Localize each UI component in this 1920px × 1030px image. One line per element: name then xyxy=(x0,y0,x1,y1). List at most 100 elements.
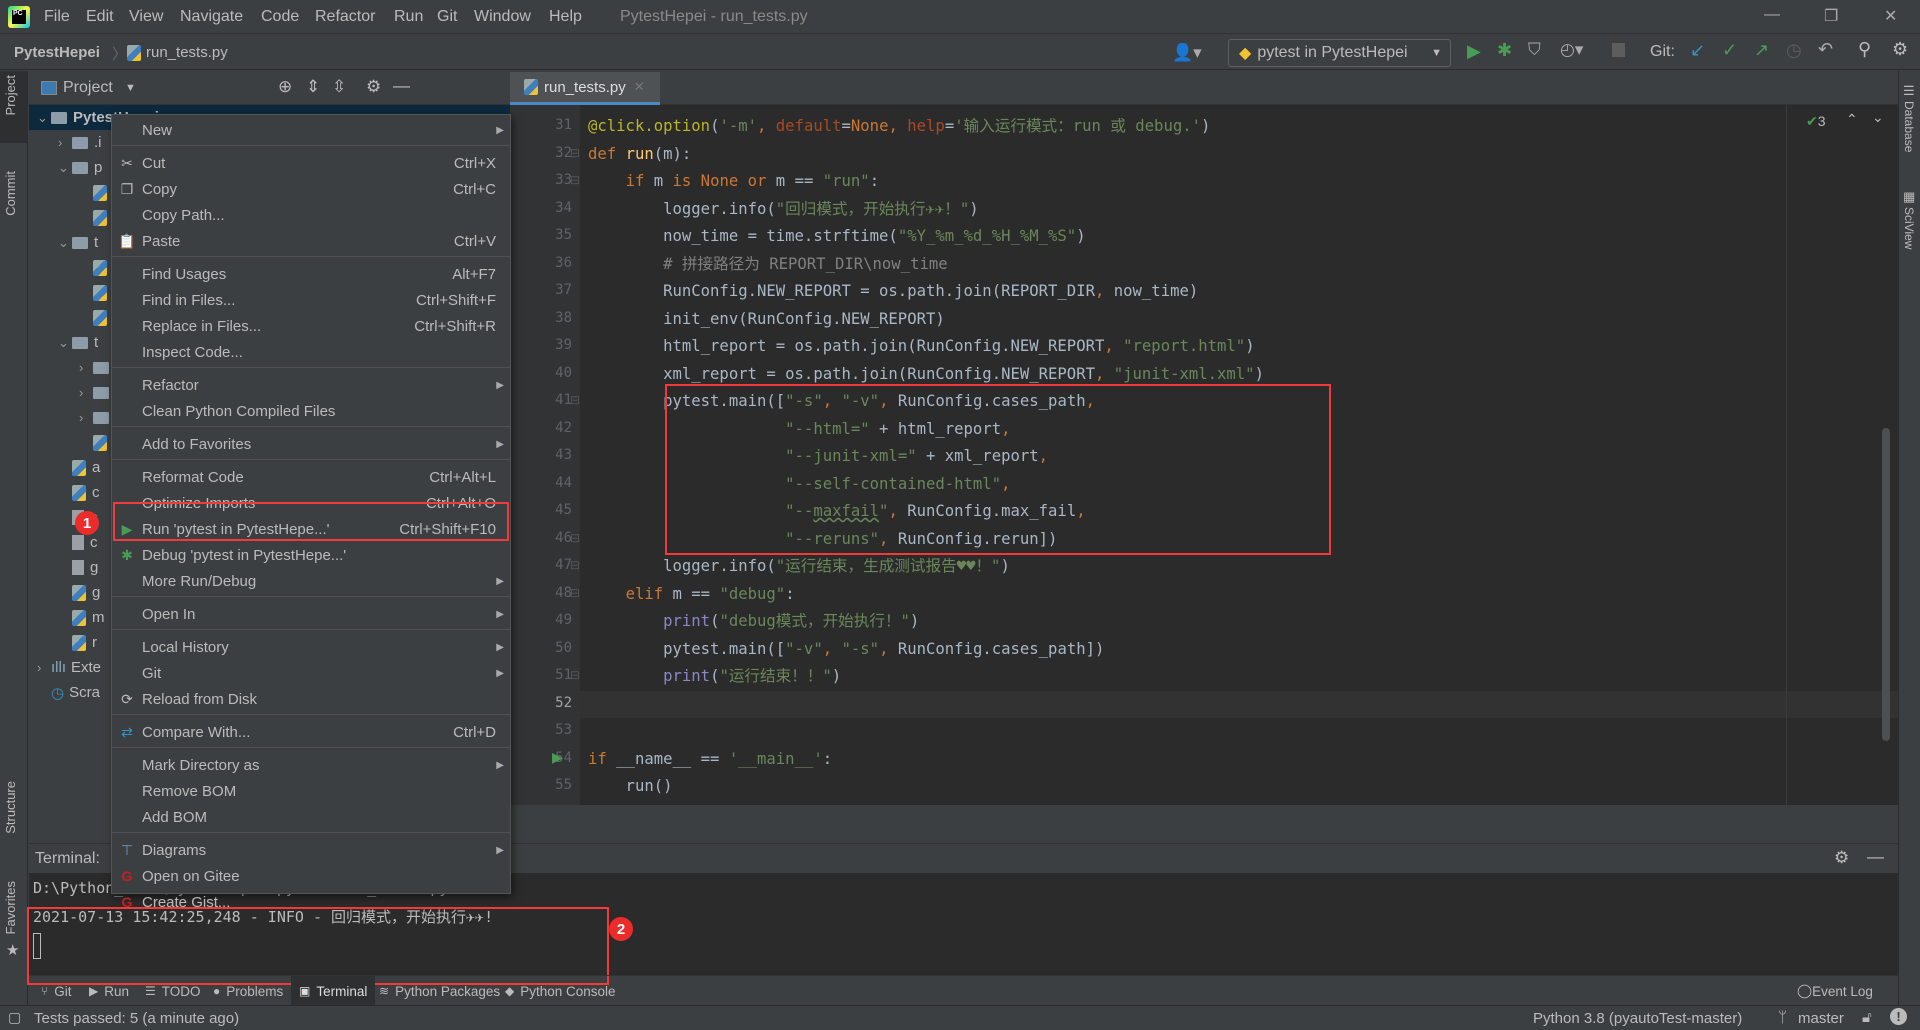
tab-python-packages[interactable]: ≋ Python Packages xyxy=(371,976,508,1006)
git-branch-selector[interactable]: master xyxy=(1798,1010,1844,1027)
code-line[interactable]: now_time = time.strftime("%Y_%m_%d_%H_%M… xyxy=(588,223,1086,250)
rollback-icon[interactable]: ↶ xyxy=(1818,39,1833,60)
menu-refactor[interactable]: Refactor xyxy=(315,8,375,26)
code-line[interactable]: if __name__ == '__main__': xyxy=(588,746,832,773)
code-line[interactable]: print("debug模式，开始执行！") xyxy=(588,608,919,635)
code-line[interactable]: if m is None or m == "run": xyxy=(588,168,880,195)
menu-item-copy-path[interactable]: Copy Path... xyxy=(112,202,510,228)
menu-git[interactable]: Git xyxy=(437,8,457,26)
fold-marker-icon[interactable]: ⊟ xyxy=(570,531,580,545)
menu-item-reformat-code[interactable]: Reformat Code Ctrl+Alt+L xyxy=(112,464,510,490)
fold-marker-icon[interactable]: ⊟ xyxy=(570,146,580,160)
menu-item-more-run-debug[interactable]: More Run/Debug ▶ xyxy=(112,568,510,594)
tree-item[interactable]: c xyxy=(58,480,100,505)
sciview-tool-button[interactable]: SciView xyxy=(1902,207,1916,249)
menu-item-inspect-code[interactable]: Inspect Code... xyxy=(112,339,510,365)
code-line[interactable]: print("运行结束！！") xyxy=(588,663,841,690)
tab-git[interactable]: ⑂ Git xyxy=(33,976,79,1006)
code-line[interactable]: RunConfig.NEW_REPORT = os.path.join(REPO… xyxy=(588,278,1198,305)
fold-marker-icon[interactable]: ⊟ xyxy=(570,668,580,682)
tree-item[interactable]: ⌄ t xyxy=(58,330,98,355)
close-icon[interactable]: ✕ xyxy=(1884,6,1897,26)
tree-item[interactable]: › ıllı Exte xyxy=(37,655,101,680)
menu-edit[interactable]: Edit xyxy=(86,8,114,26)
toggle-tool-windows-icon[interactable]: ▢ xyxy=(8,1009,21,1026)
menu-navigate[interactable]: Navigate xyxy=(180,8,243,26)
interpreter-selector[interactable]: Python 3.8 (pyautoTest-master) xyxy=(1533,1010,1742,1027)
tab-python-console[interactable]: ◆ Python Console xyxy=(497,976,624,1006)
editor-scrollbar[interactable] xyxy=(1882,428,1890,741)
tab-run-tests[interactable]: run_tests.py ✕ xyxy=(510,72,660,105)
menu-item-git[interactable]: Git ▶ xyxy=(112,660,510,686)
menu-item-debug-pytest-in-pytesthepe[interactable]: ✱ Debug 'pytest in PytestHepe...' xyxy=(112,542,510,568)
menu-item-paste[interactable]: 📋 Paste Ctrl+V xyxy=(112,228,510,254)
breadcrumb-file[interactable]: run_tests.py xyxy=(146,44,228,61)
settings-icon[interactable]: ⚙ xyxy=(1834,848,1849,868)
tests-status[interactable]: Tests passed: 5 (a minute ago) xyxy=(34,1010,239,1027)
run-icon[interactable]: ▶ xyxy=(1467,41,1481,62)
fold-marker-icon[interactable]: ⊟ xyxy=(570,558,580,572)
menu-item-open-in[interactable]: Open In ▶ xyxy=(112,601,510,627)
tree-item[interactable] xyxy=(79,255,113,280)
tree-item[interactable] xyxy=(79,180,113,205)
locate-icon[interactable]: ⊕ xyxy=(278,77,292,97)
hide-panel-icon[interactable]: — xyxy=(393,76,410,96)
tree-item[interactable]: › xyxy=(79,405,115,430)
minimize-icon[interactable]: — xyxy=(1764,6,1780,24)
settings-icon[interactable]: ⚙ xyxy=(366,77,381,97)
fold-marker-icon[interactable]: ⊟ xyxy=(570,393,580,407)
next-highlight-icon[interactable]: ⌄ xyxy=(1872,109,1884,126)
menu-item-open-on-gitee[interactable]: G Open on Gitee xyxy=(112,863,510,889)
chevron-down-icon[interactable]: ▼ xyxy=(125,82,136,94)
collapse-all-icon[interactable]: ⇳ xyxy=(332,77,346,97)
menu-item-remove-bom[interactable]: Remove BOM xyxy=(112,778,510,804)
tab-terminal[interactable]: ▣ Terminal xyxy=(291,976,376,1006)
previous-highlight-icon[interactable]: ⌃ xyxy=(1846,111,1858,128)
tree-item[interactable]: ⌄ t xyxy=(58,230,98,255)
code-line[interactable]: def run(m): xyxy=(588,141,691,168)
run-gutter-icon[interactable]: ▶ xyxy=(552,749,563,766)
menu-item-copy[interactable]: ❐ Copy Ctrl+C xyxy=(112,176,510,202)
code-line[interactable]: logger.info("回归模式，开始执行✈✈！") xyxy=(588,196,979,223)
chevron-right-icon[interactable]: › xyxy=(79,385,93,400)
menu-item-local-history[interactable]: Local History ▶ xyxy=(112,634,510,660)
coverage-icon[interactable]: ⛉ xyxy=(1528,40,1541,60)
favorites-tool-button[interactable]: Favorites xyxy=(3,881,18,934)
tree-item[interactable] xyxy=(79,305,113,330)
menu-view[interactable]: View xyxy=(129,8,163,26)
lock-open-icon[interactable]: 🔓︎ xyxy=(1862,1009,1872,1026)
code-line[interactable]: @click.option('-m', default=None, help='… xyxy=(588,113,1210,140)
menu-window[interactable]: Window xyxy=(474,8,531,26)
chevron-down-icon[interactable]: ⌄ xyxy=(58,160,72,176)
menu-item-cut[interactable]: ✂ Cut Ctrl+X xyxy=(112,150,510,176)
git-push-icon[interactable]: ↗ xyxy=(1754,40,1769,61)
code-line[interactable]: # 拼接路径为 REPORT_DIR\now_time xyxy=(588,251,948,278)
menu-item-find-in-files[interactable]: Find in Files... Ctrl+Shift+F xyxy=(112,287,510,313)
chevron-right-icon[interactable]: › xyxy=(58,135,72,150)
user-icon[interactable]: 👤▾ xyxy=(1172,43,1202,63)
fold-marker-icon[interactable]: ⊟ xyxy=(570,586,580,600)
code-line[interactable]: run() xyxy=(588,773,673,800)
database-tool-button[interactable]: Database xyxy=(1902,101,1916,152)
tab-todo[interactable]: ☰ TODO xyxy=(137,976,209,1006)
tree-item[interactable] xyxy=(79,430,113,455)
chevron-down-icon[interactable]: ⌄ xyxy=(37,110,51,126)
tree-item[interactable]: r xyxy=(58,630,97,655)
restore-icon[interactable]: ❐ xyxy=(1824,6,1838,26)
tree-item[interactable]: ⌄ p xyxy=(58,155,102,180)
project-view-selector[interactable]: Project xyxy=(63,79,113,97)
menu-item-refactor[interactable]: Refactor ▶ xyxy=(112,372,510,398)
tree-item[interactable]: g xyxy=(58,580,100,605)
tree-item[interactable]: › xyxy=(79,380,115,405)
menu-item-replace-in-files[interactable]: Replace in Files... Ctrl+Shift+R xyxy=(112,313,510,339)
menu-code[interactable]: Code xyxy=(261,8,299,26)
history-icon[interactable]: ◷ xyxy=(1786,40,1802,61)
chevron-right-icon[interactable]: › xyxy=(79,360,93,375)
tree-item[interactable]: ◷ Scra xyxy=(37,680,100,705)
menu-run[interactable]: Run xyxy=(394,8,423,26)
menu-item-new[interactable]: New ▶ xyxy=(112,117,510,143)
git-commit-icon[interactable]: ✓ xyxy=(1722,40,1737,61)
stop-icon[interactable] xyxy=(1612,43,1625,57)
menu-item-mark-directory-as[interactable]: Mark Directory as ▶ xyxy=(112,752,510,778)
git-update-icon[interactable]: ↙ xyxy=(1690,40,1705,61)
